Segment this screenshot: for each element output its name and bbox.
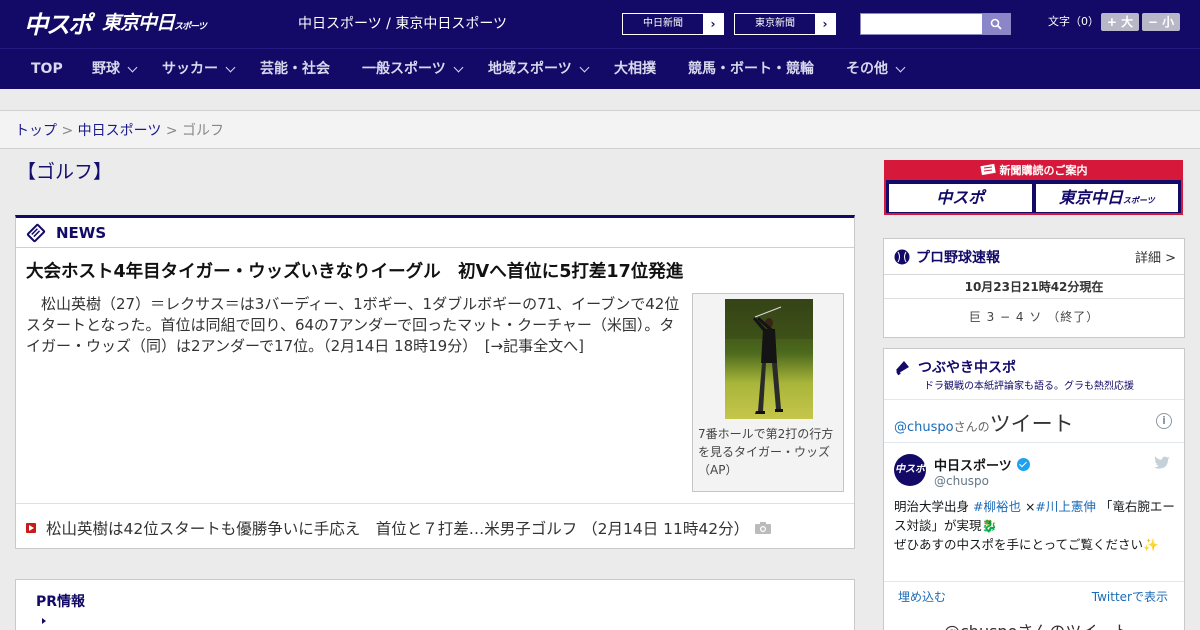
baseball-icon (894, 249, 910, 264)
page-title: 【ゴルフ】 (17, 161, 113, 183)
twitter-timeline: @chuspo さんの ツイート i 中スポ 中日スポーツ @chuspo 明治大学… (884, 399, 1184, 630)
embed-link[interactable]: 埋め込む (898, 588, 946, 605)
tweets-header: つぶやき中スポ (894, 357, 1016, 377)
chevron-right-icon: › (815, 14, 835, 34)
pr-title: PR情報 (36, 594, 86, 610)
global-nav: TOP 野球 サッカー 芸能・社会 一般スポーツ 地域スポーツ 大相撲 競馬・ボ… (0, 48, 1200, 89)
baseball-detail-link[interactable]: 詳細 > (1135, 247, 1176, 266)
site-name: 中日スポーツ / 東京中日スポーツ (298, 16, 508, 32)
font-bigger-button[interactable]: + 大 (1101, 13, 1139, 31)
chevron-down-icon (895, 62, 906, 72)
baseball-score[interactable]: 巨 3 − 4 ソ （終了） (884, 299, 1184, 335)
divider (16, 503, 854, 504)
divider (884, 581, 1184, 582)
photo-caption: 7番ホールで第2打の行方を見るタイガー・ウッズ（AP） (698, 427, 834, 477)
nav-item-baseball[interactable]: 野球 (92, 49, 138, 89)
tweets-widget: つぶやき中スポ ドラ観戦の本紙評論家も語る。グラも熱烈応援 @chuspo さんの… (883, 348, 1185, 630)
site-logo[interactable]: 中スポ 東京中日スポーツ (24, 9, 207, 41)
search-icon (990, 18, 1002, 30)
breadcrumb-section[interactable]: 中日スポーツ (78, 123, 162, 139)
chevron-right-icon: › (703, 14, 723, 34)
headline-link[interactable]: 大会ホスト4年目タイガー・ウッズいきなりイーグル 初Vへ首位に5打差17位発進 (26, 260, 683, 284)
breadcrumb-current: ゴルフ (182, 123, 225, 139)
chunichi-shimbun-link[interactable]: 中日新聞 › (622, 13, 724, 35)
timeline-title: @chuspo さんの ツイート (894, 412, 1074, 436)
pr-section: PR情報 (15, 579, 855, 630)
tweet-text: 明治大学出身 #柳裕也 ×#川上憲伸 「竜右腕エース対談」が実現🐉 ぜひあすの中ス… (894, 499, 1175, 552)
divider (884, 442, 1184, 443)
nav-item-entertainment[interactable]: 芸能・社会 (260, 49, 330, 89)
nav-item-keiba[interactable]: 競馬・ボート・競輪 (688, 49, 814, 89)
news-label: NEWS (56, 223, 107, 242)
tweet-account-name[interactable]: 中日スポーツ (934, 455, 1030, 474)
newspaper-icon (979, 163, 996, 176)
baseball-header: プロ野球速報 詳細 > (884, 239, 1184, 275)
info-icon[interactable]: i (1156, 413, 1172, 429)
news-section: NEWS 大会ホスト4年目タイガー・ウッズいきなりイーグル 初Vへ首位に5打差1… (15, 215, 855, 549)
news-icon (26, 223, 46, 242)
article-lead[interactable]: 松山英樹（27）＝レクサス＝は3バーディー、1ボギー、1ダブルボギーの71、イー… (26, 294, 686, 357)
timeline-handle-link[interactable]: @chuspo (894, 420, 954, 435)
nav-item-sumo[interactable]: 大相撲 (614, 49, 656, 89)
play-icon (26, 523, 36, 533)
nav-item-local-sports[interactable]: 地域スポーツ (488, 49, 590, 89)
golfer-photo-image (725, 299, 813, 419)
hashtag-link[interactable]: #柳裕也 (973, 499, 1021, 514)
more-tweets-title: @chuspoさんのツイート (944, 618, 1129, 630)
baseball-title: プロ野球速報 (916, 249, 1000, 266)
article-photo[interactable] (725, 299, 813, 419)
font-size-label: 文字（0） (1048, 15, 1099, 28)
view-on-twitter-link[interactable]: Twitterで表示 (1092, 588, 1168, 605)
chevron-down-icon (127, 62, 138, 72)
chevron-down-icon (225, 62, 236, 72)
logo-chuspo: 中スポ (24, 11, 92, 39)
logo-tokyo-chunichi: 東京中日スポーツ (102, 12, 207, 34)
nav-item-general-sports[interactable]: 一般スポーツ (362, 49, 464, 89)
tweets-subtitle: ドラ観戦の本紙評論家も語る。グラも熱烈応援 (924, 381, 1134, 392)
chevron-down-icon (453, 62, 464, 72)
avatar[interactable]: 中スポ (894, 454, 926, 486)
camera-icon (755, 522, 772, 534)
caret-right-icon (42, 618, 46, 624)
chevron-down-icon (579, 62, 590, 72)
baseball-updated: 10月23日21時42分現在 (884, 275, 1184, 299)
tweet-username[interactable]: @chuspo (934, 474, 989, 488)
nav-item-top[interactable]: TOP (31, 49, 63, 89)
related-article-link[interactable]: 松山英樹は42位スタートも優勝争いに手応え 首位と７打差…米男子ゴルフ （2月1… (26, 517, 772, 539)
search-input[interactable] (861, 14, 982, 34)
breadcrumb-top[interactable]: トップ (15, 123, 57, 139)
ad-strip (0, 89, 1200, 111)
tokyo-shimbun-link[interactable]: 東京新聞 › (734, 13, 836, 35)
subscribe-tokyo-chunichi-logo[interactable]: 東京中日スポーツ (1035, 184, 1178, 212)
breadcrumb: トップ > 中日スポーツ > ゴルフ (0, 111, 1200, 149)
nav-item-soccer[interactable]: サッカー (162, 49, 236, 89)
verified-badge-icon (1016, 458, 1030, 471)
baseball-scores-widget: プロ野球速報 詳細 > 10月23日21時42分現在 巨 3 − 4 ソ （終了… (883, 238, 1185, 338)
subscribe-chuspo-logo[interactable]: 中スポ (889, 184, 1032, 212)
nav-item-other[interactable]: その他 (846, 49, 906, 89)
megaphone-icon (896, 361, 909, 376)
top-header-bar: 中スポ 東京中日スポーツ 中日スポーツ / 東京中日スポーツ 中日新聞 › 東京… (0, 0, 1200, 48)
hashtag-link[interactable]: #川上憲伸 (1035, 499, 1095, 514)
subscribe-title: 新聞購読のご案内 (886, 162, 1181, 180)
twitter-bird-icon[interactable] (1154, 456, 1170, 470)
font-smaller-button[interactable]: − 小 (1142, 13, 1180, 31)
search-box (860, 13, 1011, 35)
article-photo-box: 7番ホールで第2打の行方を見るタイガー・ウッズ（AP） (692, 293, 844, 492)
search-button[interactable] (982, 14, 1010, 34)
tweets-title: つぶやき中スポ (918, 360, 1016, 376)
news-header: NEWS (16, 218, 854, 248)
subscribe-banner[interactable]: 新聞購読のご案内 中スポ 東京中日スポーツ (884, 160, 1183, 215)
